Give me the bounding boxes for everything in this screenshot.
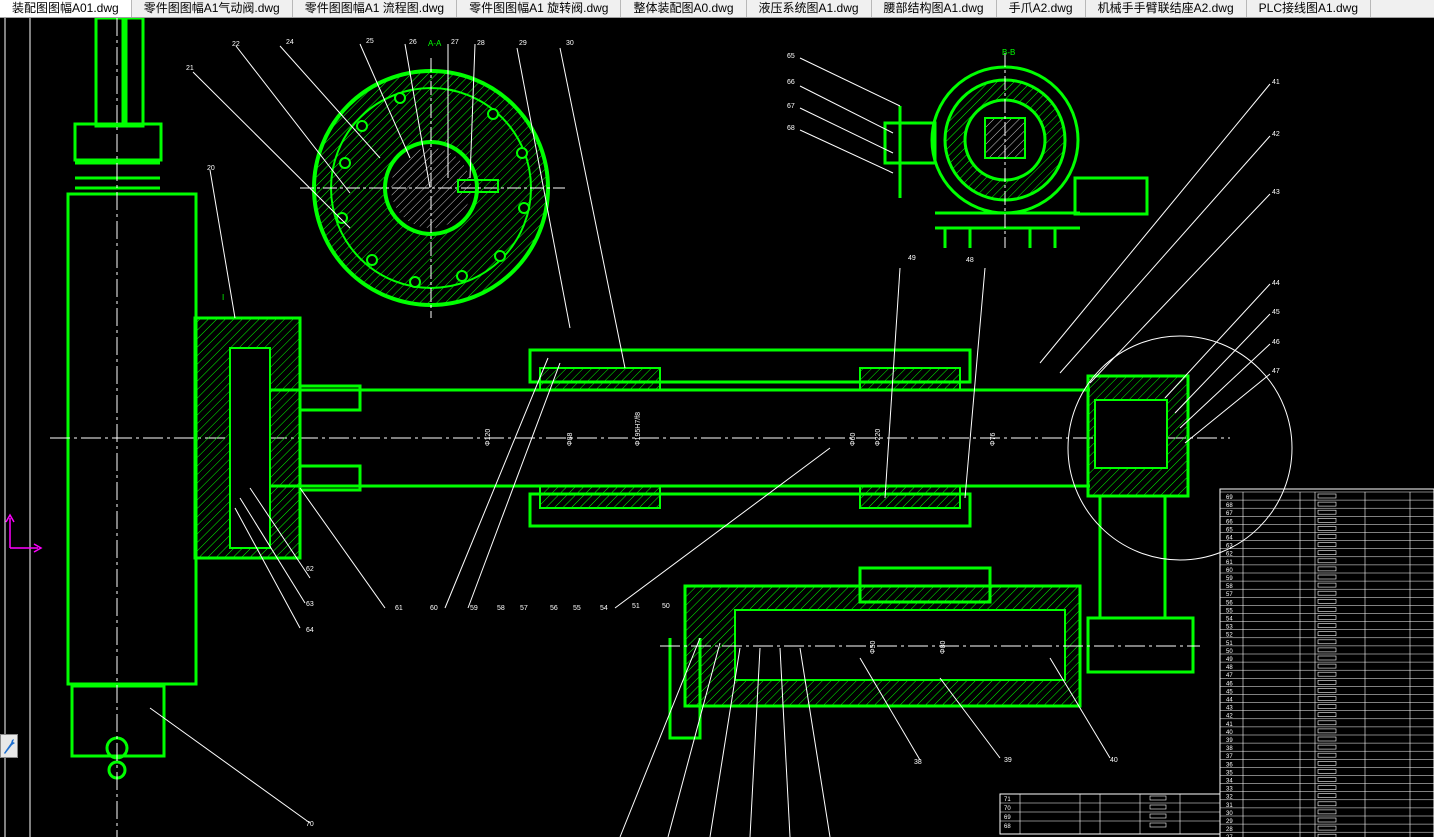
dim-phi50: Φ50 [870,641,877,654]
document-tab-6[interactable]: 液压系统图A1.dwg [747,0,872,17]
balloon-28: 28 [477,40,485,47]
balloon-27: 27 [451,39,459,46]
balloon-30: 30 [566,40,574,47]
drawing-frame [4,18,31,837]
dim-phi88: Φ88 [567,433,574,446]
balloon-22: 22 [232,41,240,48]
lower-cylinder [660,566,1200,740]
bom-lower-row-number: 71 [1004,797,1011,803]
section-a-label: A-A [428,39,442,48]
balloon-51: 51 [632,603,640,610]
drawing-canvas[interactable]: 22 24 25 26 27 28 29 30 21 20 65 66 67 6… [0,18,1434,837]
ucs-icon [5,513,43,553]
document-tab-7[interactable]: 腰部结构图A1.dwg [872,0,997,17]
dim-phi80: Φ80 [940,641,947,654]
bom-lower-row-number: 70 [1004,806,1011,812]
balloon-47: 47 [1272,368,1280,375]
dim-phi195: Φ195H7/f8 [635,412,642,446]
balloon-20: 20 [207,165,215,172]
bom-lower-row-number: 68 [1004,824,1011,830]
balloon-70: 70 [306,821,314,828]
balloon-66: 66 [787,79,795,86]
balloon-50: 50 [662,603,670,610]
document-tab-bar: 装配图图幅A01.dwg 零件图图幅A1气动阀.dwg 零件图图幅A1 流程图.dw… [0,0,1434,18]
detail-i-label-top: I [222,293,224,302]
balloon-67: 67 [787,103,795,110]
dim-phi220: Φ220 [875,429,882,446]
balloon-21: 21 [186,65,194,72]
balloon-49: 49 [908,255,916,262]
balloon-38: 38 [914,759,922,766]
section-b-view [883,65,1149,248]
document-tab-8[interactable]: 手爪A2.dwg [997,0,1086,17]
balloon-24: 24 [286,39,294,46]
document-tab-10[interactable]: PLC接线图A1.dwg [1247,0,1372,17]
bom-lower-row-number: 69 [1004,815,1011,821]
balloon-41: 41 [1272,79,1280,86]
vertical-cylinder [66,18,198,780]
document-tab-1[interactable]: 装配图图幅A01.dwg [0,0,132,17]
balloon-29: 29 [519,40,527,47]
wrench-icon[interactable] [0,734,18,758]
balloon-44: 44 [1272,280,1280,287]
document-tab-9[interactable]: 机械手手臂联结座A2.dwg [1086,0,1247,17]
document-tab-3[interactable]: 零件图图幅A1 流程图.dwg [293,0,458,17]
balloon-64: 64 [306,627,314,634]
dim-phi76: Φ76 [990,433,997,446]
balloon-59a: 59 [470,605,478,612]
balloon-60a: 60 [430,605,438,612]
document-tab-2[interactable]: 零件图图幅A1气动阀.dwg [132,0,293,17]
balloon-26: 26 [409,39,417,46]
balloon-56a: 56 [550,605,558,612]
balloon-48: 48 [966,257,974,264]
balloon-63: 63 [306,601,314,608]
balloon-58a: 58 [497,605,505,612]
balloon-45: 45 [1272,309,1280,316]
bom-table: 6968676665646362616059585756555453525150… [1219,488,1434,837]
cad-drawing[interactable]: 22 24 25 26 27 28 29 30 21 20 65 66 67 6… [0,18,1434,837]
document-tab-5[interactable]: 整体装配图A0.dwg [621,0,747,17]
balloon-39: 39 [1004,757,1012,764]
balloon-25: 25 [366,38,374,45]
balloon-62: 62 [306,566,314,573]
balloon-42: 42 [1272,131,1280,138]
balloon-57a: 57 [520,605,528,612]
dim-phi60: Φ60 [850,433,857,446]
balloon-40: 40 [1110,757,1118,764]
bom-table-lower: 71 70 69 68 [999,793,1221,835]
balloon-46: 46 [1272,339,1280,346]
balloon-55a: 55 [573,605,581,612]
balloon-68: 68 [787,125,795,132]
main-arm-assembly [50,316,1293,618]
section-a-disk [300,58,565,318]
balloon-61a: 61 [395,605,403,612]
document-tab-4[interactable]: 零件图图幅A1 旋转阀.dwg [457,0,622,17]
balloon-54a: 54 [600,605,608,612]
section-b-label: B-B [1002,48,1015,57]
dim-phi120: Φ120 [485,429,492,446]
balloon-43: 43 [1272,189,1280,196]
balloon-65: 65 [787,53,795,60]
